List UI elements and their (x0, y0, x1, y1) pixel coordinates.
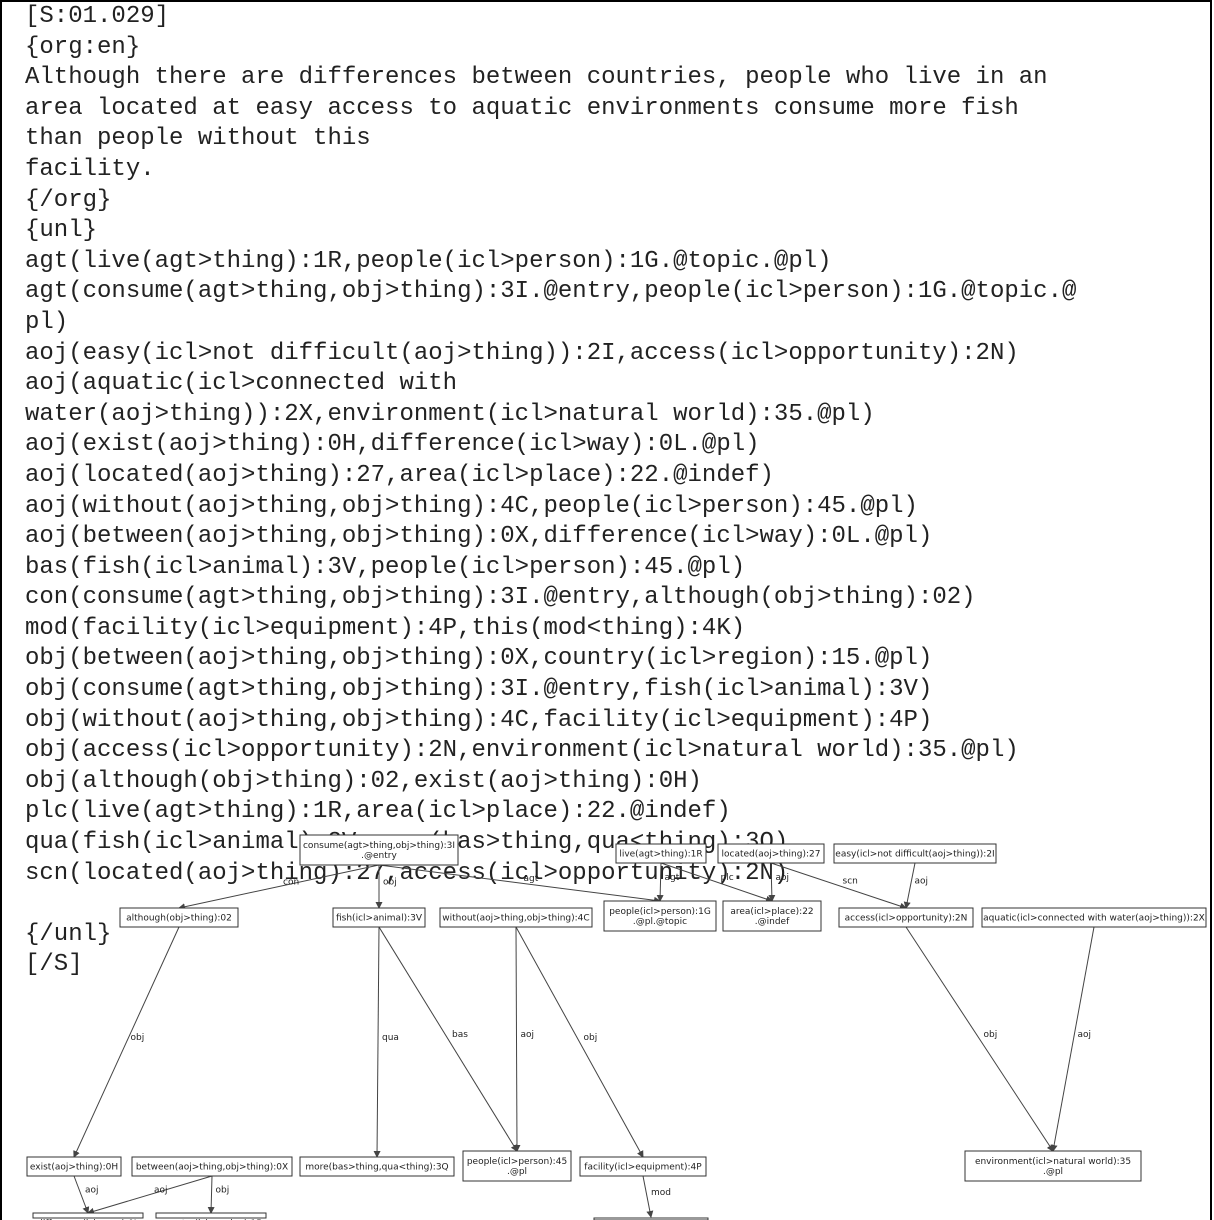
graph-node-label: .@indef (755, 917, 790, 927)
graph-edge-label: aoj (776, 873, 790, 883)
graph-node-label: live(agt>thing):1R (619, 850, 702, 860)
unl-graph: con obj agt agt plc aoj scn aoj obj qua bas aoj obj o… (26, 834, 1207, 1220)
graph-node-label: .@pl (507, 1167, 527, 1177)
graph-node-label: more(bas>thing,qua<thing):3Q (305, 1163, 448, 1173)
graph-node-without: without(aoj>thing,obj>thing):4C (439, 907, 593, 928)
graph-edge-without-people45 (513, 926, 521, 1152)
graph-edge-label: obj (216, 1186, 230, 1196)
graph-node-fish: fish(icl>animal):3V (332, 907, 426, 928)
graph-edge-label: obj (383, 878, 397, 888)
graph-node-label: although(obj>thing):02 (126, 914, 232, 924)
graph-node-difference: difference(icl>way):0L.@pl (32, 1212, 144, 1220)
graph-node-label: .@entry (361, 851, 397, 861)
graph-edge-although-exist (73, 926, 180, 1158)
graph-edge-label: aoj (915, 877, 929, 887)
graph-edge-label: agt (524, 874, 539, 884)
graph-node-environment: environment(icl>natural world):35.@pl (964, 1150, 1142, 1182)
graph-node-live: live(agt>thing):1R (615, 843, 707, 864)
graph-edge-label: aoj (1078, 1030, 1092, 1040)
graph-node-facility: facility(icl>equipment):4P (579, 1156, 707, 1177)
graph-node-consume: consume(agt>thing,obj>thing):3I.@entry (299, 834, 459, 866)
graph-node-label: .@pl.@topic (633, 917, 687, 927)
graph-edge-label: agt (665, 873, 680, 883)
graph-edge-label: obj (131, 1033, 145, 1043)
graph-node-label: between(aoj>thing,obj>thing):0X (136, 1163, 288, 1173)
graph-node-label: easy(icl>not difficult(aoj>thing)):2I (835, 850, 994, 860)
graph-node-aquatic: aquatic(icl>connected with water(aoj>thi… (981, 907, 1207, 928)
graph-node-between: between(aoj>thing,obj>thing):0X (131, 1156, 293, 1177)
graph-edge-facility-this (642, 1175, 654, 1218)
graph-node-label: access(icl>opportunity):2N (845, 914, 968, 924)
graph-node-access: access(icl>opportunity):2N (838, 907, 974, 928)
graph-node-label: people(icl>person):1G (609, 907, 711, 917)
graph-edge-fish-people45 (378, 926, 518, 1152)
graph-edge-consume-people1g (378, 864, 661, 904)
graph-node-label: fish(icl>animal):3V (336, 914, 423, 924)
graph-edge-fish-more (373, 926, 381, 1158)
graph-node-although: although(obj>thing):02 (119, 907, 239, 928)
graph-node-more: more(bas>thing,qua<thing):3Q (299, 1156, 455, 1177)
graph-edge-located-area (768, 862, 776, 902)
graph-node-easy: easy(icl>not difficult(aoj>thing)):2I (833, 843, 997, 864)
graph-node-located: located(aoj>thing):27 (717, 843, 825, 864)
graph-edge-without-facility (515, 926, 644, 1158)
graph-edge-label: aoj (154, 1186, 168, 1196)
graph-node-area: area(icl>place):22.@indef (722, 900, 822, 932)
graph-edge-label: aoj (521, 1030, 535, 1040)
graph-edge-label: obj (984, 1030, 998, 1040)
graph-edge-label: scn (843, 877, 858, 887)
graph-node-label: environment(icl>natural world):35 (975, 1157, 1131, 1167)
graph-edge-label: aoj (85, 1186, 99, 1196)
graph-edge-label: bas (452, 1030, 468, 1040)
graph-node-label: aquatic(icl>connected with water(aoj>thi… (983, 914, 1205, 924)
graph-edge-consume-although (178, 864, 380, 911)
graph-edge-between-country (207, 1175, 215, 1214)
graph-edge-label: con (283, 878, 299, 888)
graph-edge-label: mod (651, 1188, 671, 1198)
graph-edge-label: obj (584, 1033, 598, 1043)
graph-edge-label: plc (721, 873, 734, 883)
graph-node-label: exist(aoj>thing):0H (30, 1163, 118, 1173)
graph-node-label: facility(icl>equipment):4P (584, 1163, 702, 1173)
graph-node-box (155, 1212, 267, 1219)
graph-node-label: .@pl (1043, 1167, 1063, 1177)
graph-node-exist: exist(aoj>thing):0H (26, 1156, 122, 1177)
graph-node-label: area(icl>place):22 (730, 907, 813, 917)
graph-edge-label: qua (382, 1033, 399, 1043)
graph-node-box (32, 1212, 144, 1219)
graph-edge-access-environment (905, 926, 1054, 1152)
graph-node-label: consume(agt>thing,obj>thing):3I (303, 841, 455, 851)
graph-node-country: country(icl>region):15.@pl (155, 1212, 267, 1220)
graph-edge-between-difference (87, 1175, 213, 1215)
graph-node-label: without(aoj>thing,obj>thing):4C (442, 914, 589, 924)
graph-node-people45: people(icl>person):45.@pl (462, 1150, 572, 1182)
graph-node-label: located(aoj>thing):27 (722, 850, 821, 860)
graph-edge-live-people1g (656, 862, 664, 902)
graph-node-label: people(icl>person):45 (467, 1157, 567, 1167)
graph-node-people1g: people(icl>person):1G.@pl.@topic (603, 900, 717, 932)
